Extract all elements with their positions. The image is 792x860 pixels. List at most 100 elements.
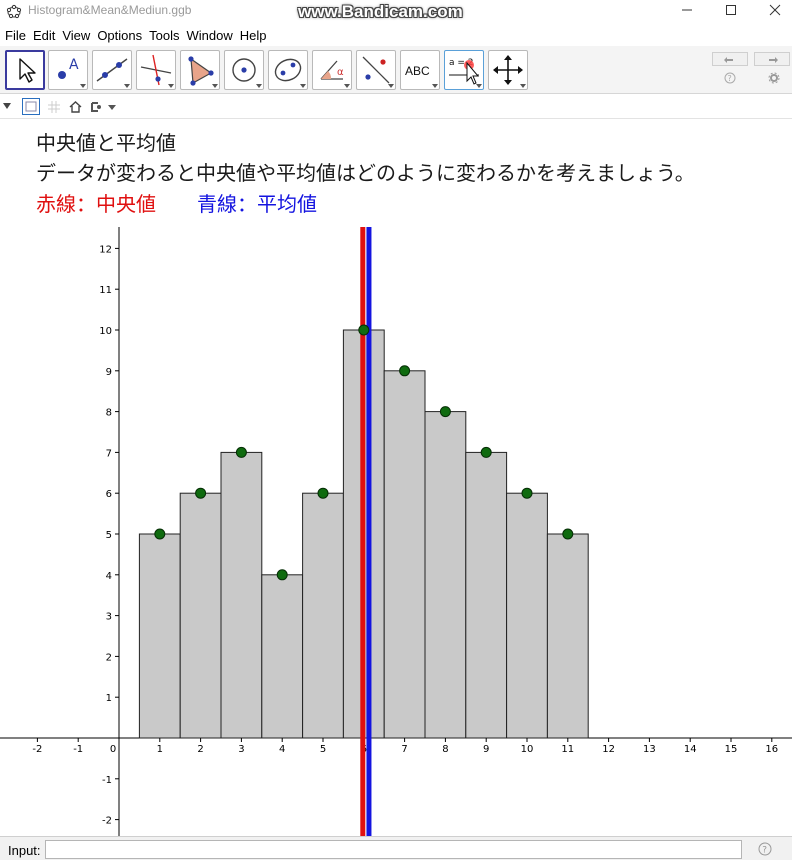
data-point[interactable]: [317, 487, 329, 499]
settings-gear-icon[interactable]: [768, 72, 780, 84]
x-tick-label: 8: [442, 744, 448, 755]
reflect-tool-button[interactable]: [356, 50, 396, 90]
data-point[interactable]: [276, 569, 288, 581]
x-tick-label: 11: [561, 744, 574, 755]
x-tick-label: 2: [197, 744, 203, 755]
menu-edit[interactable]: Edit: [33, 28, 55, 43]
menu-window[interactable]: Window: [186, 28, 232, 43]
dropdown-arrow-icon: [432, 84, 438, 88]
move-tool-icon: [19, 58, 36, 83]
x-tick-label: 5: [320, 744, 326, 755]
menu-help[interactable]: Help: [240, 28, 267, 43]
move-graphics-view-button[interactable]: [488, 50, 528, 90]
menu-view[interactable]: View: [62, 28, 90, 43]
undo-icon: [724, 57, 733, 63]
y-tick-label: 3: [106, 612, 112, 623]
histogram-bar[interactable]: [138, 533, 181, 739]
help-icon[interactable]: ?: [724, 72, 736, 84]
home-icon[interactable]: [69, 100, 82, 113]
maximize-icon: [726, 5, 736, 15]
histogram-bar[interactable]: [546, 533, 589, 739]
histogram-bar[interactable]: [424, 411, 467, 739]
dropdown-arrow-icon: [124, 84, 130, 88]
move-tool-button[interactable]: [5, 50, 45, 90]
data-point[interactable]: [562, 528, 574, 540]
y-tick-label: 4: [106, 571, 112, 582]
minimize-button[interactable]: [664, 0, 710, 20]
dropdown-arrow-icon: [256, 84, 262, 88]
heading-text: 中央値と平均値: [36, 131, 176, 155]
input-help-icon[interactable]: ?: [758, 842, 772, 856]
undo-button[interactable]: [712, 52, 748, 66]
close-window-button[interactable]: [752, 0, 792, 20]
circle-tool-button[interactable]: [224, 50, 264, 90]
point-tool-button[interactable]: A: [48, 50, 88, 90]
point-tool-label: A: [69, 57, 79, 73]
x-tick-label: 4: [279, 744, 285, 755]
y-tick-label: 11: [99, 285, 112, 296]
menu-options[interactable]: Options: [97, 28, 142, 43]
minimize-icon: [682, 9, 692, 11]
x-tick-label: 15: [725, 744, 738, 755]
data-point[interactable]: [480, 446, 492, 458]
histogram-bar[interactable]: [179, 492, 222, 739]
histogram-bar[interactable]: [465, 451, 508, 739]
histogram-bar[interactable]: [506, 492, 548, 739]
geogebra-window: Histogram&Mean&Mediun.ggb www.Bandicam.c…: [0, 0, 792, 860]
menu-file[interactable]: File: [5, 28, 26, 43]
x-tick-label: 16: [765, 744, 778, 755]
data-point[interactable]: [235, 446, 247, 458]
y-tick-label: 1: [106, 693, 112, 704]
median-legend-text: 赤線：中央値: [36, 192, 156, 216]
x-tick-label: 3: [238, 744, 244, 755]
y-tick-label: 5: [106, 530, 112, 541]
x-tick-label: 12: [602, 744, 615, 755]
menu-bar: File Edit View Options Tools Window Help: [0, 24, 792, 46]
data-point[interactable]: [521, 487, 533, 499]
redo-button[interactable]: [754, 52, 790, 66]
x-tick-label: 0: [110, 744, 116, 755]
redo-icon: [769, 57, 778, 63]
dropdown-arrow-icon: [168, 84, 174, 88]
graphics-view-toggle[interactable]: [22, 98, 40, 115]
window-title: Histogram&Mean&Mediun.ggb: [28, 3, 192, 17]
x-tick-label: 1: [157, 744, 163, 755]
x-tick-label: 10: [521, 744, 534, 755]
grid-toggle-icon[interactable]: [48, 101, 60, 113]
input-bar: Input: ?: [0, 836, 792, 860]
dropdown-arrow-icon: [300, 84, 306, 88]
angle-tool-button[interactable]: α: [312, 50, 352, 90]
text-tool-button[interactable]: ABC: [400, 50, 440, 90]
x-tick-label: 7: [401, 744, 407, 755]
graphics-view-icon: [25, 101, 37, 112]
perpendicular-line-tool-button[interactable]: [136, 50, 176, 90]
dropdown-arrow-icon: [212, 84, 218, 88]
maximize-button[interactable]: [708, 0, 754, 20]
data-point[interactable]: [399, 365, 411, 377]
data-point[interactable]: [154, 528, 166, 540]
angle-tool-label: α: [337, 67, 344, 78]
x-tick-label: -1: [73, 744, 83, 755]
slider-tool-button[interactable]: a = 2: [444, 50, 484, 90]
histogram-bar[interactable]: [261, 574, 304, 739]
polygon-tool-button[interactable]: [180, 50, 220, 90]
input-field[interactable]: [45, 840, 742, 859]
histogram-bar[interactable]: [383, 370, 426, 739]
y-tick-label: 8: [106, 408, 112, 419]
collapse-triangle-icon[interactable]: [3, 103, 11, 109]
x-tick-label: 14: [684, 744, 697, 755]
graphics-view[interactable]: -2-1012345678910111213141516-2-112345678…: [0, 227, 792, 836]
menu-tools[interactable]: Tools: [149, 28, 179, 43]
y-tick-label: 2: [106, 652, 112, 663]
data-point[interactable]: [358, 324, 370, 336]
histogram-bar[interactable]: [220, 451, 263, 739]
bandicam-watermark: www.Bandicam.com: [298, 2, 463, 21]
ellipse-tool-button[interactable]: [268, 50, 308, 90]
dropdown-arrow-icon: [344, 84, 350, 88]
histogram-bar[interactable]: [302, 492, 344, 739]
data-point[interactable]: [195, 487, 207, 499]
line-tool-button[interactable]: [92, 50, 132, 90]
point-capturing-icon[interactable]: [90, 101, 120, 113]
data-point[interactable]: [439, 406, 451, 418]
dropdown-arrow-icon: [388, 84, 394, 88]
